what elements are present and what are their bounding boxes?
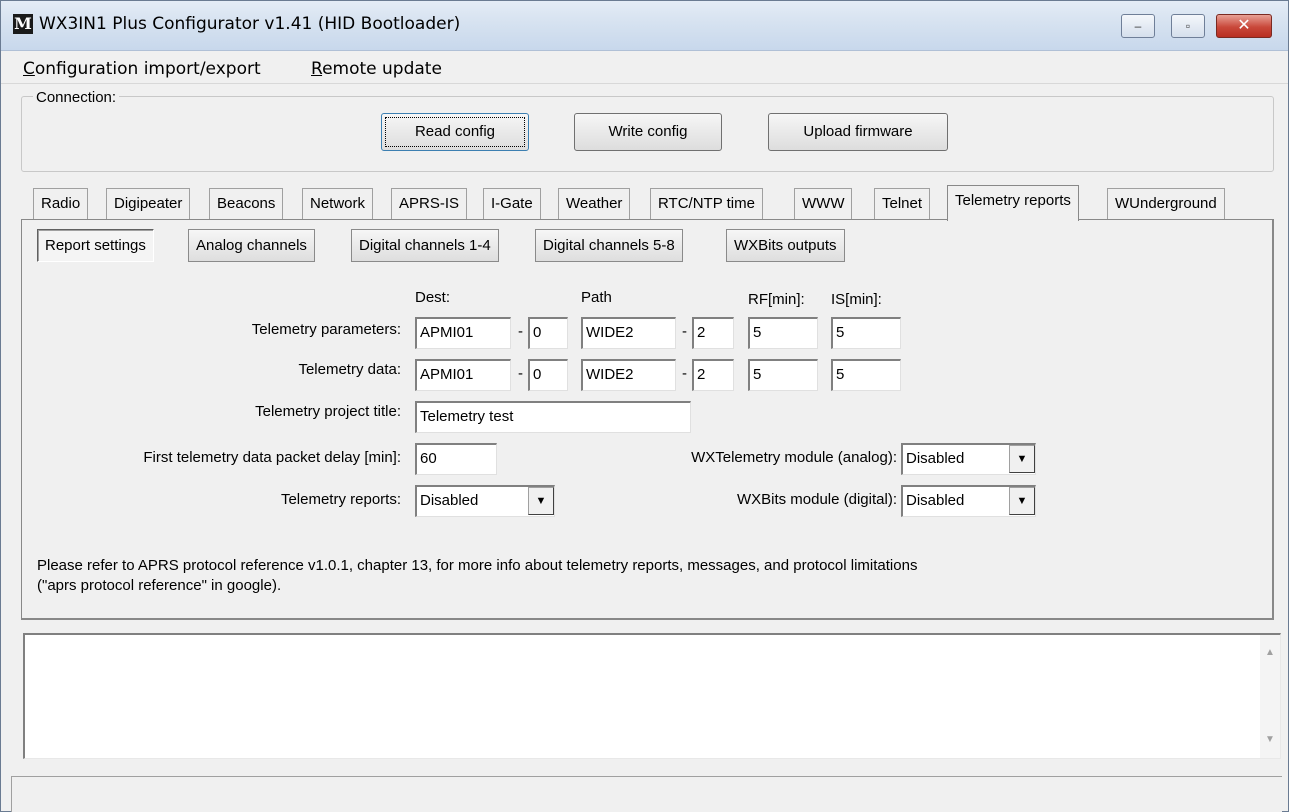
note-line-1: Please refer to APRS protocol reference … bbox=[37, 557, 918, 574]
tab-network[interactable]: Network bbox=[302, 188, 374, 219]
minimize-button[interactable]: ‒ bbox=[1121, 14, 1155, 38]
dash-separator: - bbox=[518, 365, 523, 382]
maximize-button[interactable]: ▫ bbox=[1171, 14, 1205, 38]
log-output-area[interactable]: ▲ ▼ bbox=[23, 633, 1281, 759]
tab-beacons[interactable]: Beacons bbox=[209, 188, 284, 219]
dash-separator: - bbox=[518, 323, 523, 340]
upload-firmware-button[interactable]: Upload firmware bbox=[768, 113, 948, 151]
first-packet-delay-label: First telemetry data packet delay [min]: bbox=[143, 449, 401, 466]
params-dest-ssid-input[interactable]: 0 bbox=[528, 317, 568, 349]
main-window: M WX3IN1 Plus Configurator v1.41 (HID Bo… bbox=[0, 0, 1289, 812]
note-line-2: ("aprs protocol reference" in google). bbox=[37, 577, 282, 594]
data-rf-input[interactable]: 5 bbox=[748, 359, 818, 391]
tab-weather[interactable]: Weather bbox=[558, 188, 631, 219]
dash-separator: - bbox=[682, 323, 687, 340]
tab-i-gate[interactable]: I-Gate bbox=[483, 188, 541, 219]
first-packet-delay-input[interactable]: 60 bbox=[415, 443, 497, 475]
dash-separator: - bbox=[682, 365, 687, 382]
project-title-input[interactable]: Telemetry test bbox=[415, 401, 691, 433]
params-is-input[interactable]: 5 bbox=[831, 317, 901, 349]
data-is-input[interactable]: 5 bbox=[831, 359, 901, 391]
column-header-path: Path bbox=[581, 289, 612, 306]
menu-item-label: onfiguration import/export bbox=[34, 59, 261, 79]
protocol-reference-note: Please refer to APRS protocol reference … bbox=[37, 556, 1237, 596]
tab-www[interactable]: WWW bbox=[794, 188, 853, 219]
project-title-label: Telemetry project title: bbox=[255, 403, 401, 420]
window-title: WX3IN1 Plus Configurator v1.41 (HID Boot… bbox=[39, 14, 461, 34]
wxtelemetry-module-label: WXTelemetry module (analog): bbox=[691, 449, 897, 466]
subtab-analog-channels[interactable]: Analog channels bbox=[188, 229, 315, 262]
column-header-is: IS[min]: bbox=[831, 291, 882, 308]
telemetry-reports-select[interactable]: Disabled ▼ bbox=[415, 485, 555, 517]
tab-digipeater[interactable]: Digipeater bbox=[106, 188, 191, 219]
menu-remote-update[interactable]: Remote update bbox=[311, 59, 442, 79]
data-dest-ssid-input[interactable]: 0 bbox=[528, 359, 568, 391]
params-path-n-input[interactable]: 2 bbox=[692, 317, 734, 349]
subtab-digital-channels-1-4[interactable]: Digital channels 1-4 bbox=[351, 229, 499, 262]
params-dest-input[interactable]: APMI01 bbox=[415, 317, 511, 349]
menu-bar: Configuration import/export Remote updat… bbox=[1, 52, 1288, 84]
menu-mnemonic: C bbox=[23, 59, 35, 79]
status-bar bbox=[11, 776, 1282, 812]
title-bar: M WX3IN1 Plus Configurator v1.41 (HID Bo… bbox=[1, 1, 1288, 51]
tab-telemetry-reports[interactable]: Telemetry reports bbox=[947, 185, 1079, 221]
wxbits-selected-value: Disabled bbox=[906, 492, 965, 509]
column-header-dest: Dest: bbox=[415, 289, 451, 306]
data-dest-input[interactable]: APMI01 bbox=[415, 359, 511, 391]
app-logo-icon: M bbox=[13, 14, 33, 34]
scroll-up-icon[interactable]: ▲ bbox=[1260, 643, 1280, 663]
read-config-button[interactable]: Read config bbox=[381, 113, 529, 151]
wxtelemetry-module-select[interactable]: Disabled ▼ bbox=[901, 443, 1036, 475]
subtab-digital-channels-5-8[interactable]: Digital channels 5-8 bbox=[535, 229, 683, 262]
menu-mnemonic: R bbox=[311, 59, 323, 79]
tab-radio[interactable]: Radio bbox=[33, 188, 89, 219]
tab-telnet[interactable]: Telnet bbox=[874, 188, 931, 219]
telemetry-reports-selected-value: Disabled bbox=[420, 492, 479, 509]
params-path-input[interactable]: WIDE2 bbox=[581, 317, 676, 349]
subtab-report-settings[interactable]: Report settings bbox=[37, 229, 154, 262]
chevron-down-icon[interactable]: ▼ bbox=[528, 487, 554, 515]
wxtelemetry-selected-value: Disabled bbox=[906, 450, 965, 467]
connection-legend: Connection: bbox=[33, 89, 120, 106]
menu-configuration-import-export[interactable]: Configuration import/export bbox=[23, 59, 261, 79]
data-path-input[interactable]: WIDE2 bbox=[581, 359, 676, 391]
write-config-button[interactable]: Write config bbox=[574, 113, 722, 151]
scroll-down-icon[interactable]: ▼ bbox=[1260, 730, 1280, 750]
data-path-n-input[interactable]: 2 bbox=[692, 359, 734, 391]
log-scrollbar[interactable]: ▲ ▼ bbox=[1260, 635, 1280, 758]
telemetry-parameters-label: Telemetry parameters: bbox=[251, 321, 401, 338]
tab-aprs-is[interactable]: APRS-IS bbox=[391, 188, 468, 219]
menu-item-label: emote update bbox=[322, 59, 442, 79]
wxbits-module-select[interactable]: Disabled ▼ bbox=[901, 485, 1036, 517]
tab-rtc-ntp-time[interactable]: RTC/NTP time bbox=[650, 188, 763, 219]
telemetry-reports-label: Telemetry reports: bbox=[280, 491, 401, 508]
chevron-down-icon[interactable]: ▼ bbox=[1009, 445, 1035, 473]
tab-wunderground[interactable]: WUnderground bbox=[1107, 188, 1225, 219]
close-button[interactable]: ✕ bbox=[1216, 14, 1272, 38]
params-rf-input[interactable]: 5 bbox=[748, 317, 818, 349]
wxbits-module-label: WXBits module (digital): bbox=[736, 491, 897, 508]
telemetry-data-label: Telemetry data: bbox=[298, 361, 401, 378]
subtab-wxbits-outputs[interactable]: WXBits outputs bbox=[726, 229, 845, 262]
column-header-rf: RF[min]: bbox=[748, 291, 805, 308]
chevron-down-icon[interactable]: ▼ bbox=[1009, 487, 1035, 515]
